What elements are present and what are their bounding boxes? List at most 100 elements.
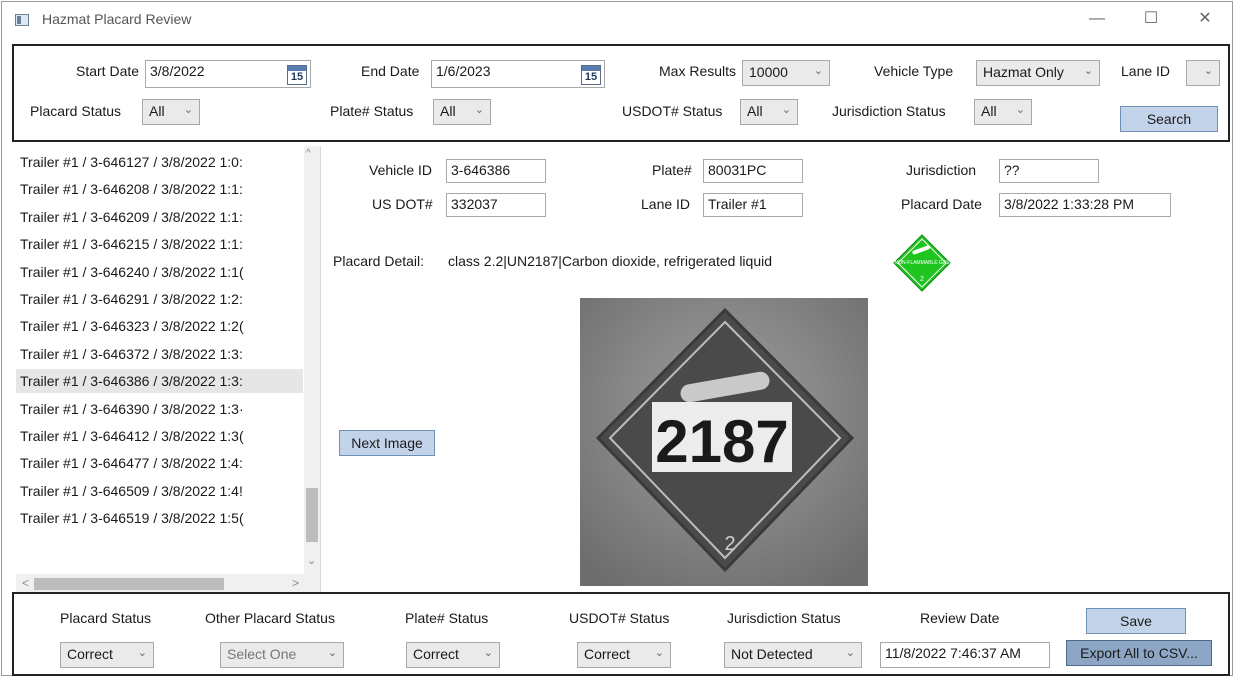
jurisdiction-status-value: Not Detected xyxy=(731,646,813,662)
chevron-down-icon: ⌄ xyxy=(845,647,855,659)
horizontal-scrollbar[interactable]: < > xyxy=(16,574,320,594)
list-item[interactable]: Trailer #1 / 3-646509 / 3/8/2022 1:4! xyxy=(16,479,303,503)
list-item[interactable]: Trailer #1 / 3-646477 / 3/8/2022 1:4: xyxy=(16,451,303,475)
horizontal-scroll-thumb[interactable] xyxy=(34,578,224,590)
max-results-dropdown[interactable]: 10000 ⌄ xyxy=(742,60,830,86)
list-item[interactable]: Trailer #1 / 3-646291 / 3/8/2022 1:2: xyxy=(16,287,303,311)
next-image-button[interactable]: Next Image xyxy=(339,430,435,456)
scroll-left-icon[interactable]: < xyxy=(22,576,29,590)
list-item[interactable]: Trailer #1 / 3-646240 / 3/8/2022 1:1( xyxy=(16,260,303,284)
chevron-down-icon: ⌄ xyxy=(327,647,337,659)
review-date-field[interactable]: 11/8/2022 7:46:37 AM xyxy=(880,642,1050,668)
list-item[interactable]: Trailer #1 / 3-646323 / 3/8/2022 1:2( xyxy=(16,314,303,338)
export-csv-button[interactable]: Export All to CSV... xyxy=(1066,640,1212,666)
list-item[interactable]: Trailer #1 / 3-646390 / 3/8/2022 1:3· xyxy=(16,397,303,421)
placard-status-dropdown[interactable]: Correct ⌄ xyxy=(60,642,154,668)
minimize-button[interactable]: — xyxy=(1074,2,1120,36)
plate-value: 80031PC xyxy=(708,162,767,178)
search-panel: Start Date 3/8/2022 15 End Date 1/6/2023… xyxy=(12,44,1230,142)
placard-photo-un-number: 2187 xyxy=(655,408,788,475)
placard-date-field[interactable]: 3/8/2022 1:33:28 PM xyxy=(999,193,1171,217)
plate-status-dropdown[interactable]: Correct ⌄ xyxy=(406,642,500,668)
placard-detail-value: class 2.2|UN2187|Carbon dioxide, refrige… xyxy=(448,253,773,269)
list-item[interactable]: Trailer #1 / 3-646386 / 3/8/2022 1:3: xyxy=(16,369,303,394)
placard-photo: 2187 2 xyxy=(580,298,868,586)
other-placard-status-dropdown[interactable]: Select One ⌄ xyxy=(220,642,344,668)
placard-status-value: Correct xyxy=(67,646,113,662)
end-date-value: 1/6/2023 xyxy=(436,63,491,79)
list-item[interactable]: Trailer #1 / 3-646208 / 3/8/2022 1:1: xyxy=(16,177,303,201)
chevron-down-icon: ⌄ xyxy=(654,647,664,659)
jurisdiction-field[interactable]: ?? xyxy=(999,159,1099,183)
jurisdiction-status-filter-label: Jurisdiction Status xyxy=(832,103,946,119)
usdot-status-filter-label: USDOT# Status xyxy=(622,103,723,119)
jurisdiction-label: Jurisdiction xyxy=(906,162,977,178)
chevron-down-icon: ⌄ xyxy=(1203,65,1213,77)
plate-field[interactable]: 80031PC xyxy=(703,159,803,183)
vehicle-type-dropdown[interactable]: Hazmat Only ⌄ xyxy=(976,60,1100,86)
scroll-right-icon[interactable]: > xyxy=(292,576,299,590)
chevron-down-icon: ⌄ xyxy=(183,104,193,116)
max-results-value: 10000 xyxy=(749,64,788,80)
list-item[interactable]: Trailer #1 / 3-646519 / 3/8/2022 1:5( xyxy=(16,506,303,530)
jurisdiction-status-label: Jurisdiction Status xyxy=(727,610,841,626)
plate-status-value: Correct xyxy=(413,646,459,662)
vehicle-type-label: Vehicle Type xyxy=(874,63,954,79)
list-item[interactable]: Trailer #1 / 3-646412 / 3/8/2022 1:3( xyxy=(16,424,303,448)
non-flammable-gas-hazard-icon: NON-FLAMMABLE GAS 2 xyxy=(893,234,951,292)
max-results-label: Max Results xyxy=(659,63,737,79)
other-placard-status-label: Other Placard Status xyxy=(205,610,335,626)
usdot-field[interactable]: 332037 xyxy=(446,193,546,217)
lane-id-label: Lane ID xyxy=(1121,63,1171,79)
lane-id-detail-label: Lane ID xyxy=(641,196,691,212)
app-window: Hazmat Placard Review — ☐ ✕ Start Date 3… xyxy=(1,1,1233,676)
chevron-down-icon: ⌄ xyxy=(483,647,493,659)
scroll-up-icon[interactable]: ^ xyxy=(306,148,311,159)
placard-status-filter-dropdown[interactable]: All ⌄ xyxy=(142,99,200,125)
other-placard-status-value: Select One xyxy=(227,646,297,662)
lane-id-detail-field[interactable]: Trailer #1 xyxy=(703,193,803,217)
window-title: Hazmat Placard Review xyxy=(42,11,192,27)
placard-date-label: Placard Date xyxy=(901,196,982,212)
chevron-down-icon: ⌄ xyxy=(813,65,823,77)
list-item[interactable]: Trailer #1 / 3-646215 / 3/8/2022 1:1: xyxy=(16,232,303,256)
placard-status-filter-label: Placard Status xyxy=(30,103,122,119)
list-item[interactable]: Trailer #1 / 3-646209 / 3/8/2022 1:1: xyxy=(16,205,303,229)
placard-status-filter-value: All xyxy=(149,103,165,119)
vertical-scroll-thumb[interactable] xyxy=(306,488,318,542)
usdot-label: US DOT# xyxy=(372,196,433,212)
jurisdiction-status-dropdown[interactable]: Not Detected ⌄ xyxy=(724,642,862,668)
search-button[interactable]: Search xyxy=(1120,106,1218,132)
list-item[interactable]: Trailer #1 / 3-646372 / 3/8/2022 1:3: xyxy=(16,342,303,366)
vehicle-type-value: Hazmat Only xyxy=(983,64,1064,80)
vertical-scrollbar[interactable]: ^ ⌄ xyxy=(304,146,320,574)
hazard-icon-text: NON-FLAMMABLE GAS xyxy=(894,260,950,266)
start-date-calendar-icon[interactable]: 15 xyxy=(287,65,307,85)
chevron-down-icon: ⌄ xyxy=(1015,104,1025,116)
maximize-button[interactable]: ☐ xyxy=(1128,2,1174,36)
placard-status-label: Placard Status xyxy=(60,610,152,626)
usdot-status-filter-dropdown[interactable]: All ⌄ xyxy=(740,99,798,125)
placard-date-value: 3/8/2022 1:33:28 PM xyxy=(1004,196,1134,212)
chevron-down-icon: ⌄ xyxy=(137,647,147,659)
usdot-status-dropdown[interactable]: Correct ⌄ xyxy=(577,642,671,668)
lane-id-dropdown[interactable]: ⌄ xyxy=(1186,60,1220,86)
save-button[interactable]: Save xyxy=(1086,608,1186,634)
plate-label: Plate# xyxy=(652,162,692,178)
plate-status-filter-dropdown[interactable]: All ⌄ xyxy=(433,99,491,125)
app-icon xyxy=(15,14,29,26)
plate-status-label: Plate# Status xyxy=(405,610,489,626)
jurisdiction-status-filter-dropdown[interactable]: All ⌄ xyxy=(974,99,1032,125)
scroll-down-icon[interactable]: ⌄ xyxy=(307,554,316,567)
list-item[interactable]: Trailer #1 / 3-646127 / 3/8/2022 1:0: xyxy=(16,150,303,174)
usdot-status-value: Correct xyxy=(584,646,630,662)
start-date-value: 3/8/2022 xyxy=(150,63,205,79)
usdot-status-filter-value: All xyxy=(747,103,763,119)
vehicle-id-field[interactable]: 3-646386 xyxy=(446,159,546,183)
close-button[interactable]: ✕ xyxy=(1182,2,1228,36)
end-date-field[interactable]: 1/6/2023 xyxy=(431,60,605,88)
placard-photo-render: 2187 2 xyxy=(580,298,868,586)
results-list[interactable]: Trailer #1 / 3-646127 / 3/8/2022 1:0: Tra… xyxy=(16,146,321,598)
end-date-calendar-icon[interactable]: 15 xyxy=(581,65,601,85)
lane-id-detail-value: Trailer #1 xyxy=(708,196,767,212)
